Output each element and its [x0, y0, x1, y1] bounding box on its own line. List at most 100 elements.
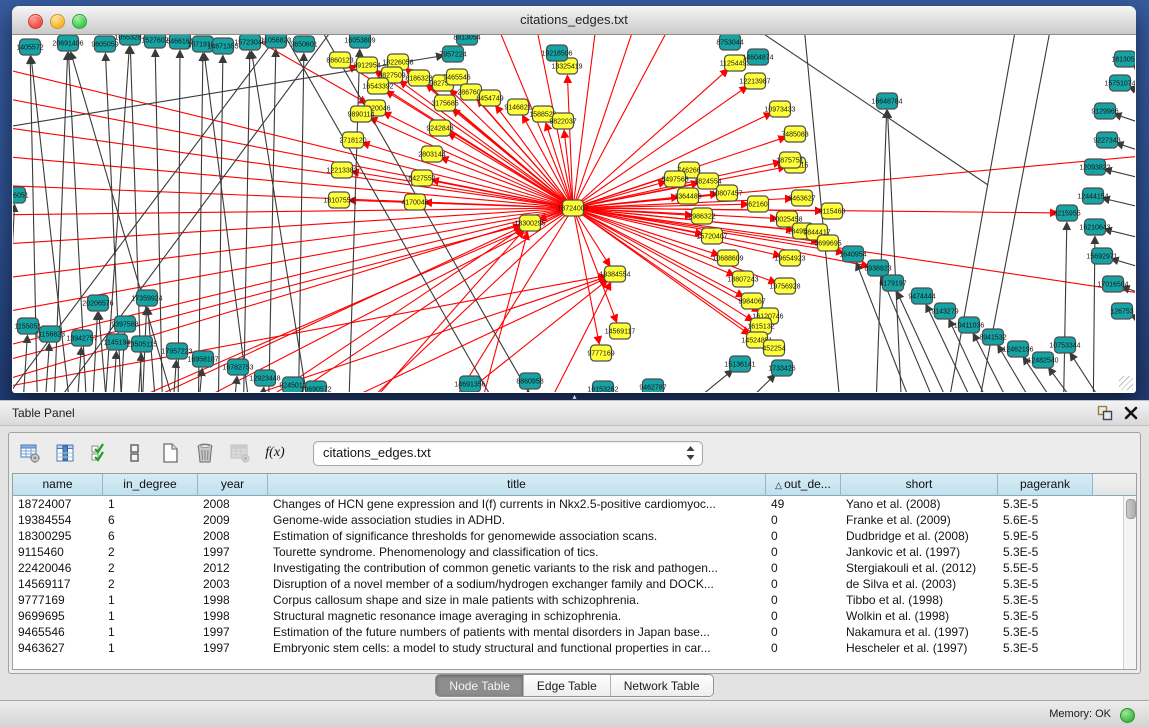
table-cell[interactable]: 5.9E-5 — [998, 528, 1093, 544]
graph-edge[interactable] — [13, 205, 15, 392]
graph-edge[interactable] — [1112, 259, 1135, 271]
table-cell[interactable]: 0 — [766, 576, 841, 592]
table-cell[interactable]: 9699695 — [13, 608, 103, 624]
table-selector-dropdown[interactable]: citations_edges.txt — [313, 441, 703, 466]
delete-table-icon[interactable] — [194, 442, 216, 464]
graph-edge[interactable] — [1063, 223, 1067, 392]
table-row[interactable]: 1872400712008Changes of HCN gene express… — [13, 496, 1123, 512]
table-cell[interactable]: 2008 — [198, 528, 268, 544]
column-header-name[interactable]: name — [13, 474, 103, 496]
table-cell[interactable]: 5.3E-5 — [998, 544, 1093, 560]
graph-edge[interactable] — [449, 133, 573, 208]
table-cell[interactable]: 2 — [103, 560, 198, 576]
graph-edge[interactable] — [218, 56, 223, 392]
table-cell[interactable]: 5.3E-5 — [998, 640, 1093, 656]
graph-edge[interactable] — [533, 283, 610, 392]
network-window[interactable]: citations_edges.txt 18724007183002951938… — [12, 6, 1136, 393]
table-cell[interactable]: 1998 — [198, 608, 268, 624]
network-graph[interactable]: 1872400718300295193845548860123891295418… — [13, 35, 1135, 392]
table-cell[interactable]: 5.3E-5 — [998, 496, 1093, 512]
table-cell[interactable]: Dudbridge et al. (2008) — [841, 528, 998, 544]
table-cell[interactable]: Corpus callosum shape and size in male p… — [268, 592, 766, 608]
column-header-pagerank[interactable]: pagerank — [998, 474, 1093, 496]
table-cell[interactable]: 5.3E-5 — [998, 576, 1093, 592]
graph-edge[interactable] — [1114, 114, 1135, 127]
table-cell[interactable]: Embryonic stem cells: a model to study s… — [268, 640, 766, 656]
tab-node-table[interactable]: Node Table — [436, 675, 524, 696]
table-cell[interactable]: 9115460 — [13, 544, 103, 560]
graph-edge[interactable] — [298, 54, 304, 392]
table-cell[interactable]: 14569117 — [13, 576, 103, 592]
close-panel-icon[interactable] — [1123, 405, 1139, 421]
graph-edge[interactable] — [573, 155, 1135, 208]
table-cell[interactable]: 0 — [766, 560, 841, 576]
table-cell[interactable]: 9465546 — [13, 624, 103, 640]
graph-edge[interactable] — [13, 208, 573, 215]
tab-edge-table[interactable]: Edge Table — [524, 675, 611, 696]
graph-edge[interactable] — [13, 276, 605, 390]
table-cell[interactable]: 49 — [766, 496, 841, 512]
table-row[interactable]: 977716911998Corpus callosum shape and si… — [13, 592, 1123, 608]
column-header-short[interactable]: short — [841, 474, 998, 496]
table-cell[interactable]: 2008 — [198, 496, 268, 512]
graph-edge[interactable] — [713, 375, 775, 392]
table-cell[interactable]: 1 — [103, 496, 198, 512]
graph-edge[interactable] — [441, 158, 573, 208]
table-cell[interactable]: Stergiakouli et al. (2012) — [841, 560, 998, 576]
table-cell[interactable]: Nakamura et al. (1997) — [841, 624, 998, 640]
table-cell[interactable]: 22420046 — [13, 560, 103, 576]
show-columns-icon[interactable] — [54, 442, 76, 464]
table-row[interactable]: 1456911722003Disruption of a novel membe… — [13, 576, 1123, 592]
graph-edge[interactable] — [343, 230, 523, 392]
graph-edge[interactable] — [99, 313, 109, 392]
table-cell[interactable]: Hescheler et al. (1997) — [841, 640, 998, 656]
new-table-icon[interactable] — [159, 442, 181, 464]
scrollbar-thumb[interactable] — [1126, 499, 1136, 519]
table-cell[interactable]: 2009 — [198, 512, 268, 528]
table-cell[interactable]: Disruption of a novel member of a sodium… — [268, 576, 766, 592]
table-cell[interactable]: 1 — [103, 592, 198, 608]
table-cell[interactable]: 5.5E-5 — [998, 560, 1093, 576]
column-header-title[interactable]: title — [268, 474, 766, 496]
table-cell[interactable]: 9463627 — [13, 640, 103, 656]
table-cell[interactable]: 0 — [766, 624, 841, 640]
table-cell[interactable]: 9777169 — [13, 592, 103, 608]
table-cell[interactable]: 0 — [766, 592, 841, 608]
network-window-titlebar[interactable]: citations_edges.txt — [12, 6, 1136, 35]
table-cell[interactable]: 0 — [766, 544, 841, 560]
table-cell[interactable]: 0 — [766, 608, 841, 624]
table-cell[interactable]: Estimation of the future numbers of pati… — [268, 624, 766, 640]
graph-edge[interactable] — [1049, 368, 1098, 392]
table-cell[interactable]: 1998 — [198, 592, 268, 608]
resize-grip[interactable] — [1119, 376, 1133, 390]
table-cell[interactable]: 2 — [103, 544, 198, 560]
table-cell[interactable]: 1997 — [198, 544, 268, 560]
graph-edge[interactable] — [352, 172, 573, 208]
table-cell[interactable]: 2003 — [198, 576, 268, 592]
function-builder-icon[interactable]: f(x) — [264, 442, 286, 464]
table-vertical-scrollbar[interactable] — [1123, 496, 1136, 669]
table-mode-icon[interactable] — [19, 442, 41, 464]
minimize-window-button[interactable] — [50, 14, 65, 29]
graph-edge[interactable] — [198, 54, 203, 392]
table-cell[interactable]: Yano et al. (2008) — [841, 496, 998, 512]
table-cell[interactable]: Franke et al. (2009) — [841, 512, 998, 528]
graph-edge[interactable] — [178, 51, 180, 392]
table-cell[interactable]: 1997 — [198, 640, 268, 656]
column-header-in_degree[interactable]: in_degree — [103, 474, 198, 496]
network-canvas[interactable]: 1872400718300295193845548860123891295418… — [13, 35, 1135, 392]
table-cell[interactable]: 5.3E-5 — [998, 624, 1093, 640]
table-cell[interactable]: 5.6E-5 — [998, 512, 1093, 528]
table-cell[interactable]: 1 — [103, 608, 198, 624]
table-cell[interactable]: 1 — [103, 640, 198, 656]
table-cell[interactable]: 5.3E-5 — [998, 608, 1093, 624]
table-cell[interactable]: Changes of HCN gene expression and I(f) … — [268, 496, 766, 512]
table-cell[interactable]: Estimation of significance thresholds fo… — [268, 528, 766, 544]
table-cell[interactable]: 18724007 — [13, 496, 103, 512]
table-cell[interactable]: 1997 — [198, 624, 268, 640]
table-cell[interactable]: 2012 — [198, 560, 268, 576]
table-cell[interactable]: 6 — [103, 528, 198, 544]
graph-edge[interactable] — [111, 352, 116, 392]
table-row[interactable]: 946554611997Estimation of the future num… — [13, 624, 1123, 640]
graph-edge[interactable] — [370, 118, 573, 208]
